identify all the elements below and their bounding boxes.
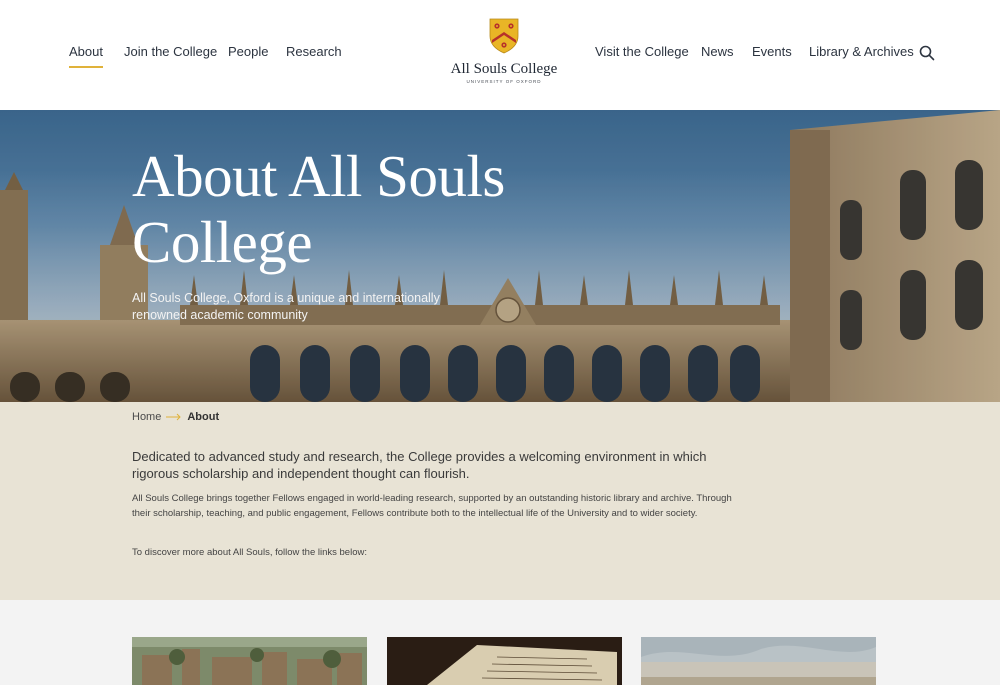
card-image [641,637,876,685]
nav-about[interactable]: About [69,44,103,68]
link-card-1[interactable] [132,637,367,685]
search-icon[interactable] [918,44,936,62]
link-card-3[interactable] [641,637,876,685]
card-image [387,637,622,685]
nav-research[interactable]: Research [286,44,342,59]
page-title: About All Souls College [132,143,505,275]
nav-events[interactable]: Events [752,44,792,59]
link-card-2[interactable] [387,637,622,685]
card-image [132,637,367,685]
intro-body: All Souls College brings together Fellow… [132,493,732,519]
hero-subtitle: All Souls College, Oxford is a unique an… [132,291,440,322]
hero-banner: About All Souls College All Souls Colleg… [0,110,1000,402]
nav-join-the-college[interactable]: Join the College [124,44,217,59]
logo-subtitle: UNIVERSITY OF OXFORD [466,79,542,84]
intro-section: Home About Dedicated to advanced study a… [0,402,1000,600]
breadcrumb-home[interactable]: Home [132,411,161,423]
nav-library-archives[interactable]: Library & Archives [809,44,914,59]
nav-visit-the-college[interactable]: Visit the College [595,44,689,59]
crest-icon [489,18,519,54]
arrow-right-icon [166,413,182,421]
nav-news[interactable]: News [701,44,734,59]
site-header: About Join the College People Research A… [0,0,1000,110]
breadcrumb: Home About [132,411,219,423]
link-cards [0,600,1000,685]
logo-title: All Souls College [450,61,558,77]
intro-lead: Dedicated to advanced study and research… [132,449,707,481]
breadcrumb-current: About [187,411,220,423]
intro-links-prompt: To discover more about All Souls, follow… [132,547,367,558]
nav-people[interactable]: People [228,44,268,59]
college-logo[interactable]: All Souls College UNIVERSITY OF OXFORD [445,18,563,88]
